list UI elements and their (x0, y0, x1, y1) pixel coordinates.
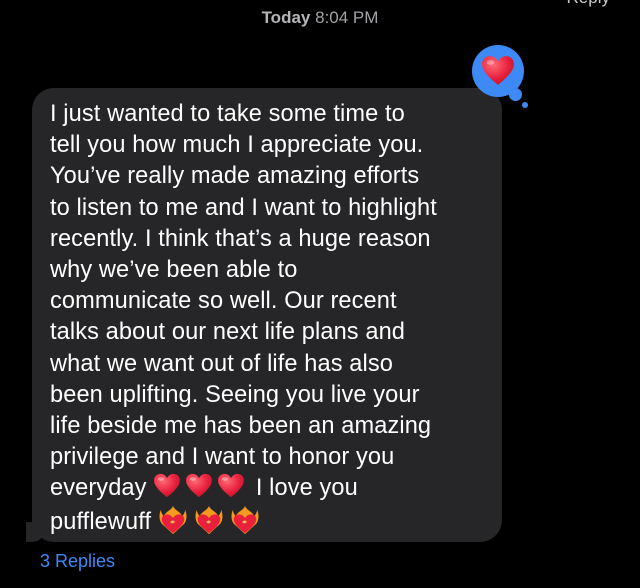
timestamp-day: Today (261, 8, 311, 27)
timestamp-time: 8:04 PM (315, 8, 379, 27)
love-you-text: I love you (255, 475, 358, 502)
red-heart-emoji-2 (185, 473, 213, 499)
message-text: I just wanted to take some time to tell … (50, 101, 437, 502)
red-heart-emoji-1 (153, 473, 181, 499)
heart-on-fire-emoji-2 (194, 505, 224, 535)
tapback-tail-dot-small (522, 102, 528, 108)
nickname-text: pufflewuff (50, 508, 158, 535)
message-bubble[interactable]: I just wanted to take some time to tell … (32, 88, 502, 542)
tapback-tail-dot (509, 88, 522, 101)
replies-link[interactable]: 3 Replies (40, 551, 115, 572)
heart-on-fire-emoji-3 (230, 505, 260, 535)
red-heart-emoji-3 (217, 473, 245, 499)
message-timestamp: Today 8:04 PM (0, 8, 640, 28)
reply-cutoff-label[interactable]: Reply (567, 0, 610, 8)
heart-on-fire-emoji-1 (158, 505, 188, 535)
heart-icon (481, 55, 515, 87)
